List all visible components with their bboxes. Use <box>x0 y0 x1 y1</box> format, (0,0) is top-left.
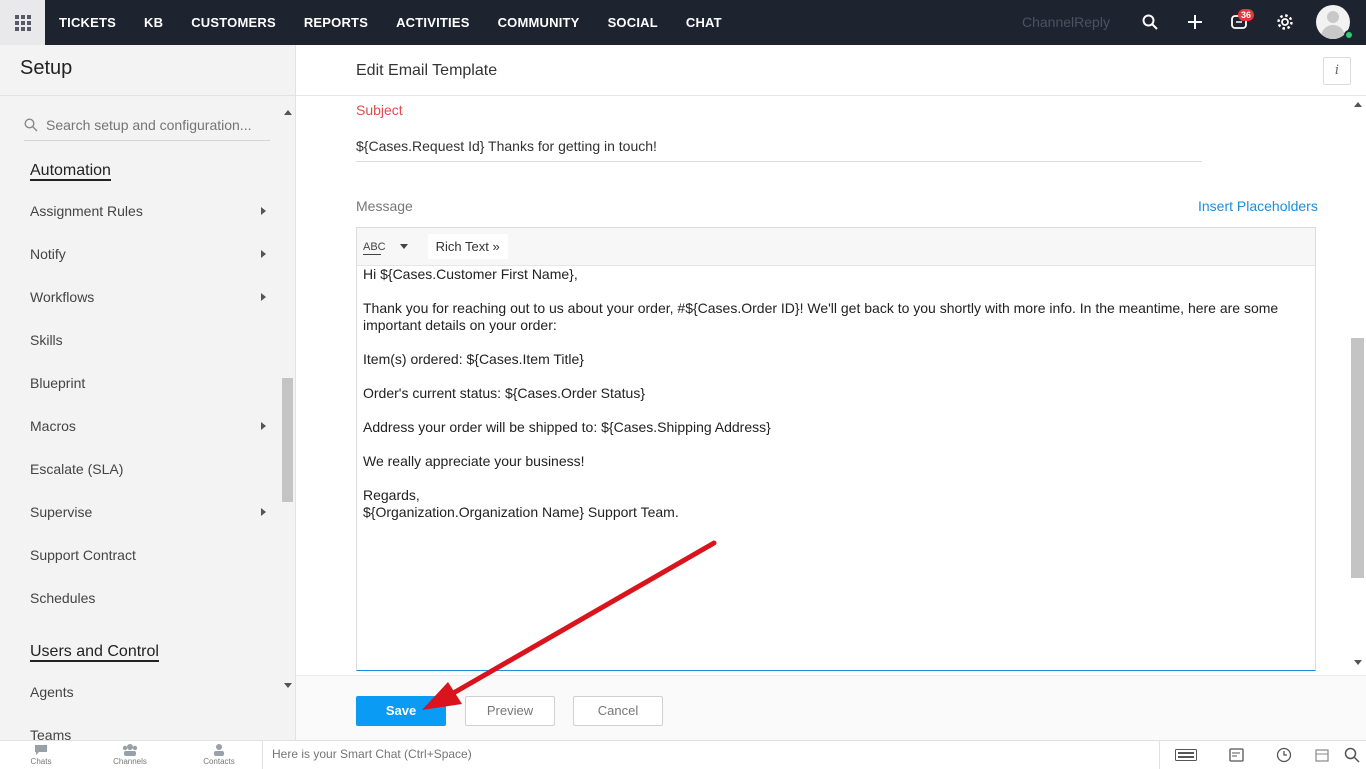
caret-right-icon <box>261 422 266 430</box>
clock-icon[interactable] <box>1274 745 1294 765</box>
message-line: Hi ${Cases.Customer First Name}, <box>363 266 578 282</box>
spellcheck-button[interactable]: ABC <box>363 241 386 255</box>
apps-grid-icon[interactable] <box>0 0 45 45</box>
main-scrollbar-thumb[interactable] <box>1351 338 1364 578</box>
sidebar-item-schedules[interactable]: Schedules <box>30 590 266 606</box>
subject-label: Subject <box>356 102 403 118</box>
nav-reports[interactable]: REPORTS <box>304 15 368 30</box>
nav-social[interactable]: SOCIAL <box>608 15 658 30</box>
bottom-item-contacts[interactable]: Contacts <box>189 743 249 766</box>
sidebar-item-blueprint[interactable]: Blueprint <box>30 375 266 391</box>
search-icon[interactable] <box>1342 745 1362 765</box>
bottom-item-chats[interactable]: Chats <box>11 743 71 766</box>
sidebar-scrollbar-thumb[interactable] <box>282 378 293 502</box>
bottom-item-channels[interactable]: Channels <box>100 743 160 766</box>
sidebar-item-workflows[interactable]: Workflows <box>30 289 266 305</box>
setup-title: Setup <box>20 57 73 79</box>
save-button[interactable]: Save <box>356 696 446 726</box>
page-title: Edit Email Template <box>356 62 498 79</box>
caret-right-icon <box>261 508 266 516</box>
subject-input[interactable] <box>356 130 1202 162</box>
nav-tickets[interactable]: TICKETS <box>59 15 116 30</box>
tasks-icon[interactable] <box>1227 745 1247 765</box>
sidebar-item-agents[interactable]: Agents <box>30 684 266 700</box>
preview-button[interactable]: Preview <box>465 696 555 726</box>
message-label: Message <box>356 198 413 214</box>
nav-community[interactable]: COMMUNITY <box>498 15 580 30</box>
insert-placeholders-link[interactable]: Insert Placeholders <box>1198 198 1318 214</box>
scroll-down-icon[interactable] <box>1354 660 1362 665</box>
sidebar-item-teams[interactable]: Teams <box>30 727 266 740</box>
chat-bubble-icon <box>35 745 47 755</box>
message-editor[interactable]: ABC Rich Text » Hi ${Cases.Customer Firs… <box>356 227 1316 671</box>
sidebar-item-skills[interactable]: Skills <box>30 332 266 348</box>
chevron-down-icon[interactable] <box>399 244 408 249</box>
smart-chat-input[interactable] <box>272 741 1152 767</box>
plus-icon[interactable] <box>1184 11 1206 33</box>
main-nav: TICKETS KB CUSTOMERS REPORTS ACTIVITIES … <box>59 0 750 45</box>
setup-sidebar: Setup Automation Assignment Rules Notify… <box>0 45 296 740</box>
setup-search <box>24 109 270 141</box>
online-status-dot <box>1344 30 1354 40</box>
message-line: Thank you for reaching out to us about y… <box>363 300 1279 333</box>
scroll-down-icon[interactable] <box>284 683 292 688</box>
notification-count-badge: 36 <box>1238 9 1255 21</box>
section-heading-automation: Automation <box>30 162 111 181</box>
nav-activities[interactable]: ACTIVITIES <box>396 15 470 30</box>
sidebar-item-notify[interactable]: Notify <box>30 246 266 262</box>
sidebar-item-supervise[interactable]: Supervise <box>30 504 266 520</box>
nav-chat[interactable]: CHAT <box>686 15 722 30</box>
top-navigation-bar: TICKETS KB CUSTOMERS REPORTS ACTIVITIES … <box>0 0 1366 45</box>
message-body[interactable]: Hi ${Cases.Customer First Name}, Thank y… <box>357 266 1315 521</box>
sidebar-item-macros[interactable]: Macros <box>30 418 266 434</box>
scroll-up-icon[interactable] <box>284 110 292 115</box>
caret-right-icon <box>261 250 266 258</box>
cancel-button[interactable]: Cancel <box>573 696 663 726</box>
caret-right-icon <box>261 293 266 301</box>
sidebar-item-support-contract[interactable]: Support Contract <box>30 547 266 563</box>
sidebar-item-escalate-sla[interactable]: Escalate (SLA) <box>30 461 266 477</box>
nav-customers[interactable]: CUSTOMERS <box>191 15 276 30</box>
message-line: Order's current status: ${Cases.Order St… <box>363 385 646 401</box>
message-line: Regards, <box>363 487 420 503</box>
scroll-up-icon[interactable] <box>1354 102 1362 107</box>
message-line: Item(s) ordered: ${Cases.Item Title} <box>363 351 584 367</box>
archive-icon[interactable] <box>1312 745 1332 765</box>
sidebar-divider <box>0 95 295 96</box>
message-line: ${Organization.Organization Name} Suppor… <box>363 504 679 520</box>
editor-toolbar: ABC Rich Text » <box>357 228 1315 266</box>
form-footer <box>296 675 1366 740</box>
smart-chat-bar <box>262 741 1160 769</box>
search-icon <box>24 117 38 131</box>
search-icon[interactable] <box>1139 11 1161 33</box>
setup-search-input[interactable] <box>46 116 266 133</box>
message-line: Address your order will be shipped to: $… <box>363 419 771 435</box>
caret-right-icon <box>261 207 266 215</box>
main-header: Edit Email Template i <box>296 45 1366 96</box>
keyboard-icon[interactable] <box>1174 745 1198 765</box>
bottom-bar: Chats Channels Contacts <box>0 740 1366 769</box>
section-heading-users-and-control: Users and Control <box>30 643 159 662</box>
contact-icon <box>214 744 224 756</box>
sidebar-item-assignment-rules[interactable]: Assignment Rules <box>30 203 266 219</box>
nav-kb[interactable]: KB <box>144 15 163 30</box>
rich-text-button[interactable]: Rich Text » <box>427 234 508 259</box>
brand-name[interactable]: ChannelReply <box>1022 14 1110 30</box>
gear-icon[interactable] <box>1274 11 1296 33</box>
message-line: We really appreciate your business! <box>363 453 585 469</box>
info-icon[interactable]: i <box>1323 57 1351 85</box>
users-group-icon <box>122 744 138 756</box>
